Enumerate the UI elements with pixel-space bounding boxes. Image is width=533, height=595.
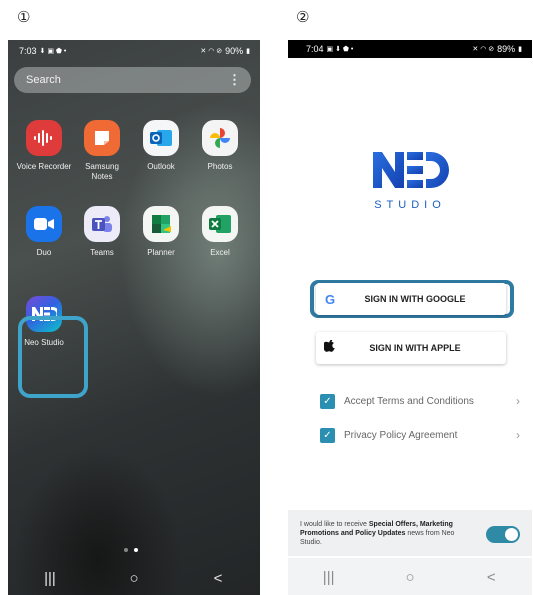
tutorial-figure: ① ② 7:03 ⬇ ▣ ⬟ • ✕ ◠ ⊘ 90% ▮ Search ⋮ Vo… [0,0,533,595]
google-button-label: SIGN IN WITH GOOGLE [364,294,466,304]
apple-button-label: SIGN IN WITH APPLE [369,343,461,353]
apple-icon [316,339,344,357]
battery-icon: ▮ [518,46,522,53]
excel-icon[interactable] [202,206,238,242]
app-label: Outlook [147,162,175,171]
marketing-toggle[interactable] [486,526,520,543]
terms-row[interactable]: ✓ Accept Terms and Conditions › [320,392,520,410]
app-label: Photos [207,162,233,171]
app-samsung-notes[interactable]: Samsung Notes [74,120,130,182]
home-icon[interactable]: ○ [390,569,430,586]
chevron-right-icon[interactable]: › [516,428,520,442]
samsung-notes-icon[interactable] [84,120,120,156]
logo-subtitle: STUDIO [374,199,446,211]
status-bar: 7:03 ⬇ ▣ ⬟ • ✕ ◠ ⊘ 90% ▮ [19,44,250,58]
clock: 7:03 [19,46,37,56]
privacy-checkbox[interactable]: ✓ [320,427,335,443]
recents-icon[interactable]: ||| [30,570,70,587]
app-label: Voice Recorder [16,162,72,171]
battery-icon: ▮ [246,48,250,55]
app-planner[interactable]: Planner [133,206,189,258]
app-voice-recorder[interactable]: Voice Recorder [16,120,72,172]
chevron-right-icon[interactable]: › [516,394,520,408]
page-dot-active [134,548,138,552]
battery-level: 89% [497,44,516,54]
status-bar: 7:04 ▣ ⬇ ⬟ • ✕ ◠ ⊘ 89% ▮ [288,40,532,58]
app-teams[interactable]: Teams [74,206,130,258]
voice-recorder-icon[interactable] [26,120,62,156]
more-options-icon[interactable]: ⋮ [228,72,241,88]
home-screen: 7:03 ⬇ ▣ ⬟ • ✕ ◠ ⊘ 90% ▮ Search ⋮ Voice … [8,40,260,595]
app-label: Samsung Notes [85,162,119,181]
privacy-row[interactable]: ✓ Privacy Policy Agreement › [320,426,520,444]
consent-prefix: I would like to receive [300,521,369,528]
page-indicator [124,548,138,552]
sign-in-screen: 7:04 ▣ ⬇ ⬟ • ✕ ◠ ⊘ 89% ▮ STUDIO G SIGN I… [288,40,532,595]
step-number-2: ② [296,8,310,26]
marketing-consent-text: I would like to receive Special Offers, … [300,520,472,547]
photos-icon[interactable] [202,120,238,156]
signal-icons: ✕ ◠ ⊘ [472,46,495,53]
privacy-label: Privacy Policy Agreement [344,429,458,441]
page-dot [124,548,128,552]
marketing-consent-panel: I would like to receive Special Offers, … [288,510,532,556]
home-icon[interactable]: ○ [114,570,154,587]
clock: 7:04 [306,44,324,54]
step-number-1: ① [17,8,31,26]
back-icon[interactable]: < [198,570,238,587]
search-input[interactable]: Search [26,74,61,86]
navigation-bar: ||| ○ < [8,560,260,595]
recents-icon[interactable]: ||| [309,569,349,586]
app-label: Duo [36,248,52,257]
sign-in-apple-button[interactable]: SIGN IN WITH APPLE [316,332,506,364]
app-label: Excel [210,248,230,257]
planner-icon[interactable] [143,206,179,242]
search-bar[interactable]: Search ⋮ [14,67,251,93]
app-photos[interactable]: Photos [192,120,248,172]
sign-in-google-button[interactable]: G SIGN IN WITH GOOGLE [316,283,506,315]
app-label: Teams [90,248,114,257]
google-icon: G [324,291,336,307]
terms-label: Accept Terms and Conditions [344,395,474,407]
battery-level: 90% [225,46,244,56]
notification-icons: ▣ ⬇ ⬟ • [326,46,354,53]
back-icon[interactable]: < [471,569,511,586]
terms-checkbox[interactable]: ✓ [320,393,335,409]
app-label: Planner [147,248,175,257]
outlook-icon[interactable] [143,120,179,156]
neo-studio-highlight [18,316,88,398]
teams-icon[interactable] [84,206,120,242]
neo-studio-logo: STUDIO [288,150,532,211]
app-excel[interactable]: Excel [192,206,248,258]
notification-icons: ⬇ ▣ ⬟ • [39,48,67,55]
navigation-bar: ||| ○ < [288,558,532,595]
toggle-knob [505,528,518,541]
app-outlook[interactable]: Outlook [133,120,189,172]
duo-icon[interactable] [26,206,62,242]
signal-icons: ✕ ◠ ⊘ [200,48,223,55]
app-duo[interactable]: Duo [16,206,72,258]
neo-logo-icon [373,152,449,188]
